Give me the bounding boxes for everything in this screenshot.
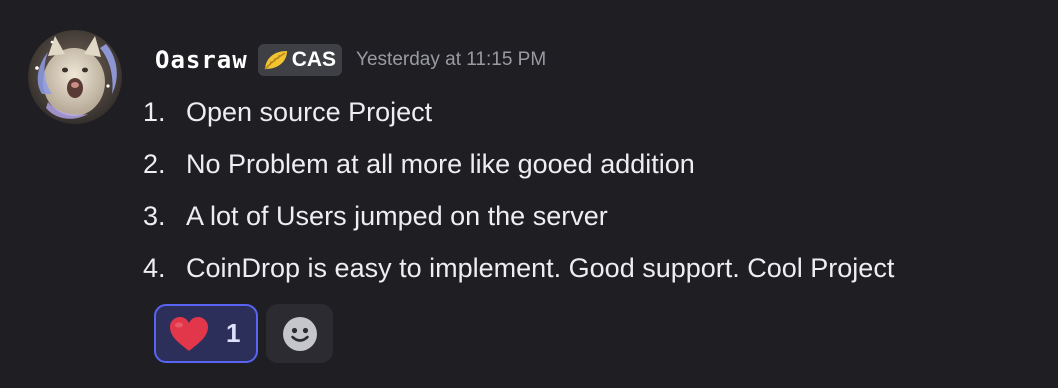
smile-icon: [282, 316, 317, 351]
leaf-icon: [264, 51, 287, 70]
list-item: 4. CoinDrop is easy to implement. Good s…: [143, 242, 894, 294]
username[interactable]: Oasraw: [155, 42, 248, 78]
list-item-number: 3.: [143, 200, 166, 231]
reactions-bar: 1: [154, 304, 333, 363]
reaction-count: 1: [226, 318, 241, 348]
list-item-text: Open source Project: [186, 96, 433, 127]
list-item-text: CoinDrop is easy to implement. Good supp…: [186, 252, 895, 283]
heart-icon: [170, 316, 208, 351]
add-reaction-button[interactable]: [266, 304, 333, 363]
list-item-number: 4.: [143, 252, 166, 283]
message-header: Oasraw CAS Yesterday at 11:15 PM: [155, 42, 546, 78]
user-avatar[interactable]: [28, 30, 122, 124]
server-tag[interactable]: CAS: [257, 44, 343, 76]
timestamp: Yesterday at 11:15 PM: [356, 49, 547, 70]
list-item: 1. Open source Project: [143, 86, 894, 138]
list-item-number: 1.: [143, 96, 166, 127]
list-item: 3. A lot of Users jumped on the server: [143, 190, 894, 242]
chat-message: Oasraw CAS Yesterday at 11:15 PM 1. Open…: [0, 0, 1058, 388]
tag-label: CAS: [291, 48, 337, 71]
list-item-text: No Problem at all more like gooed additi…: [186, 148, 695, 179]
list-item: 2. No Problem at all more like gooed add…: [143, 138, 894, 190]
message-list: 1. Open source Project 2. No Problem at …: [143, 86, 894, 294]
heart-reaction-button[interactable]: 1: [154, 304, 258, 363]
list-item-text: A lot of Users jumped on the server: [186, 200, 608, 231]
list-item-number: 2.: [143, 148, 166, 179]
